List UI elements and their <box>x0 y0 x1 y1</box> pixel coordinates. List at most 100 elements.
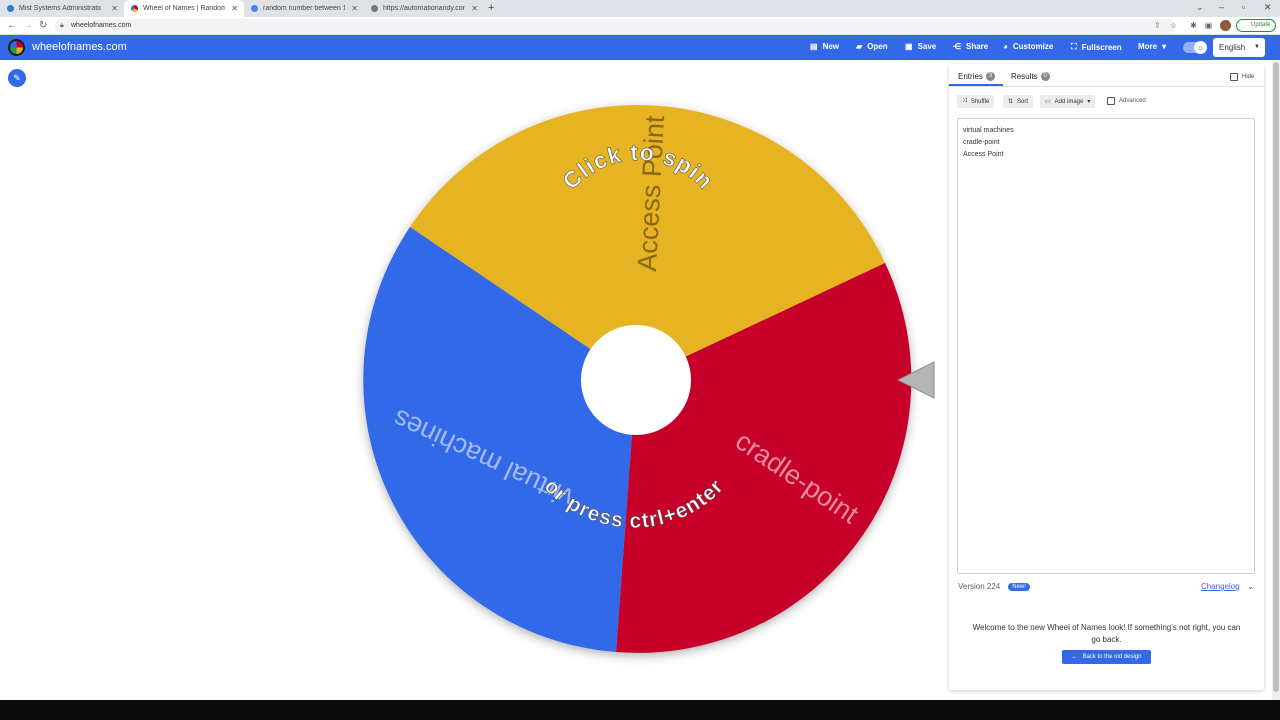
edit-pencil-icon[interactable]: ✎ <box>8 69 26 87</box>
update-label: Update <box>1251 22 1271 28</box>
new-label: New <box>822 42 840 51</box>
browser-tab-strip: Mist Systems Administration ✕ Wheel of N… <box>0 0 1280 17</box>
tab-divider <box>949 86 1264 87</box>
share-icon: ⋲ <box>953 42 961 51</box>
hide-label: Hide <box>1242 74 1255 80</box>
welcome-message: Welcome to the new Wheel of Names look! … <box>972 623 1241 644</box>
back-to-old-design-button[interactable]: ← Back to the old design <box>1062 650 1151 664</box>
version-label: Version 224 <box>958 582 1001 591</box>
close-tab-icon[interactable]: ✕ <box>231 4 238 13</box>
share-button[interactable]: ⋲ Share <box>953 42 988 51</box>
tab-title: Wheel of Names | Random name <box>143 5 225 12</box>
sort-label: Sort <box>1017 98 1029 105</box>
sidepanel-icon[interactable]: ▣ <box>1204 21 1213 30</box>
arrow-left-icon: ← <box>1071 654 1078 660</box>
sort-icon: ⇅ <box>1008 99 1014 105</box>
lock-icon: 🔒︎ <box>60 22 64 29</box>
chevron-down-icon: ▼ <box>1254 44 1260 50</box>
entries-panel: Entries 3 Results 0 Hide ⤨ Shuffle ⇅ Sort ▭ A… <box>949 64 1264 690</box>
customize-label: Customize <box>1012 42 1054 51</box>
checkbox-icon <box>1230 73 1238 81</box>
add-image-label: Add image <box>1054 98 1084 105</box>
dark-mode-toggle[interactable]: ☼ <box>1183 41 1207 54</box>
entries-textarea[interactable]: virtual machines cradle-point Access Poi… <box>957 118 1255 574</box>
browser-tab-mist[interactable]: Mist Systems Administration ✕ <box>0 0 124 17</box>
entries-tab-label: Entries <box>958 72 983 81</box>
browser-tab-automationandy[interactable]: https://automationandy.com/bro ✕ <box>364 0 484 17</box>
entry-line: cradle-point <box>963 139 1000 146</box>
new-file-icon: ▤ <box>810 42 818 51</box>
close-tab-icon[interactable]: ✕ <box>111 4 118 13</box>
minimize-icon[interactable]: – <box>1219 2 1224 12</box>
language-value: English <box>1219 43 1246 52</box>
bottom-strip <box>0 700 1280 720</box>
hide-checkbox[interactable]: Hide <box>1230 73 1254 81</box>
chevron-down-icon[interactable]: ⌄ <box>1247 582 1254 591</box>
customize-button[interactable]: ◕ Customize <box>1003 42 1053 51</box>
back-icon[interactable]: ← <box>7 20 17 31</box>
save-label: Save <box>917 42 937 51</box>
new-button[interactable]: ▤ New <box>810 42 839 51</box>
sort-button[interactable]: ⇅ Sort <box>1003 95 1034 108</box>
fullscreen-label: Fullscreen <box>1081 42 1122 52</box>
url-text: wheelofnames.com <box>71 22 132 29</box>
wheel-center-hub[interactable] <box>581 325 691 435</box>
more-label: More <box>1138 42 1158 51</box>
extensions-icon[interactable]: ✱ <box>1189 21 1198 30</box>
more-menu-button[interactable]: More ▾ <box>1138 42 1166 51</box>
open-label: Open <box>867 42 888 51</box>
tab-title: https://automationandy.com/bro <box>383 5 465 12</box>
update-button[interactable]: Update <box>1236 19 1276 32</box>
share-label: Share <box>966 42 989 51</box>
tab-results[interactable]: Results 0 <box>1011 72 1050 81</box>
new-badge: New! <box>1008 582 1030 591</box>
page-scrollbar[interactable] <box>1272 60 1280 700</box>
changelog-link[interactable]: Changelog <box>1201 582 1240 591</box>
checkbox-icon <box>1107 97 1115 105</box>
wheel-favicon-icon <box>131 5 138 12</box>
add-image-button[interactable]: ▭ Add image ▾ <box>1040 95 1096 108</box>
folder-icon: ▰ <box>856 42 863 51</box>
google-favicon-icon <box>251 5 258 12</box>
tab-search-icon[interactable]: ⌄ <box>1196 2 1204 13</box>
app-header: wheelofnames.com ▤ New ▰ Open ▣ Save ⋲ Share… <box>0 35 1280 60</box>
close-tab-icon[interactable]: ✕ <box>351 4 358 13</box>
save-button[interactable]: ▣ Save <box>905 42 936 51</box>
new-tab-icon[interactable]: + <box>488 2 494 14</box>
close-tab-icon[interactable]: ✕ <box>471 4 478 13</box>
tab-title: random number between 1 and <box>263 5 345 12</box>
fullscreen-button[interactable]: ⛶ Fullscreen <box>1071 42 1122 52</box>
globe-favicon-icon <box>371 5 378 12</box>
profile-avatar[interactable] <box>1220 20 1231 31</box>
tab-title: Mist Systems Administration <box>19 5 101 12</box>
window-close-icon[interactable]: ✕ <box>1264 2 1272 13</box>
shuffle-button[interactable]: ⤨ Shuffle <box>957 95 995 108</box>
bookmark-star-icon[interactable]: ☆ <box>1169 21 1178 30</box>
mist-favicon-icon <box>7 5 14 12</box>
image-icon: ▭ <box>1045 99 1051 105</box>
browser-tab-google[interactable]: random number between 1 and ✕ <box>244 0 364 17</box>
browser-tab-wheel[interactable]: Wheel of Names | Random name ✕ <box>124 0 244 17</box>
wheel[interactable]: Access Point cradle-point virtual machin… <box>340 80 940 680</box>
language-select[interactable]: English ▼ <box>1213 38 1265 57</box>
results-tab-label: Results <box>1011 72 1038 81</box>
palette-icon: ◕ <box>1003 42 1008 51</box>
entry-line: virtual machines <box>963 127 1014 134</box>
chevron-down-icon: ▾ <box>1162 42 1167 51</box>
forward-icon[interactable]: → <box>23 20 33 31</box>
maximize-icon[interactable]: ▫ <box>1242 2 1245 12</box>
open-button[interactable]: ▰ Open <box>856 42 888 51</box>
share-page-icon[interactable]: ⇪ <box>1153 21 1162 30</box>
sun-icon: ☼ <box>1194 41 1207 54</box>
reload-icon[interactable]: ↻ <box>39 20 47 31</box>
site-brand[interactable]: wheelofnames.com <box>32 41 127 53</box>
advanced-checkbox[interactable]: Advanced <box>1107 97 1146 105</box>
results-count-badge: 0 <box>1040 72 1050 81</box>
wheel-logo-icon[interactable] <box>8 39 25 56</box>
scrollbar-thumb[interactable] <box>1273 62 1279 692</box>
fullscreen-icon: ⛶ <box>1071 42 1077 51</box>
shuffle-icon: ⤨ <box>962 98 967 104</box>
address-bar[interactable]: 🔒︎ wheelofnames.com <box>55 19 1175 33</box>
shuffle-label: Shuffle <box>970 98 990 105</box>
tab-entries[interactable]: Entries 3 <box>958 72 995 81</box>
